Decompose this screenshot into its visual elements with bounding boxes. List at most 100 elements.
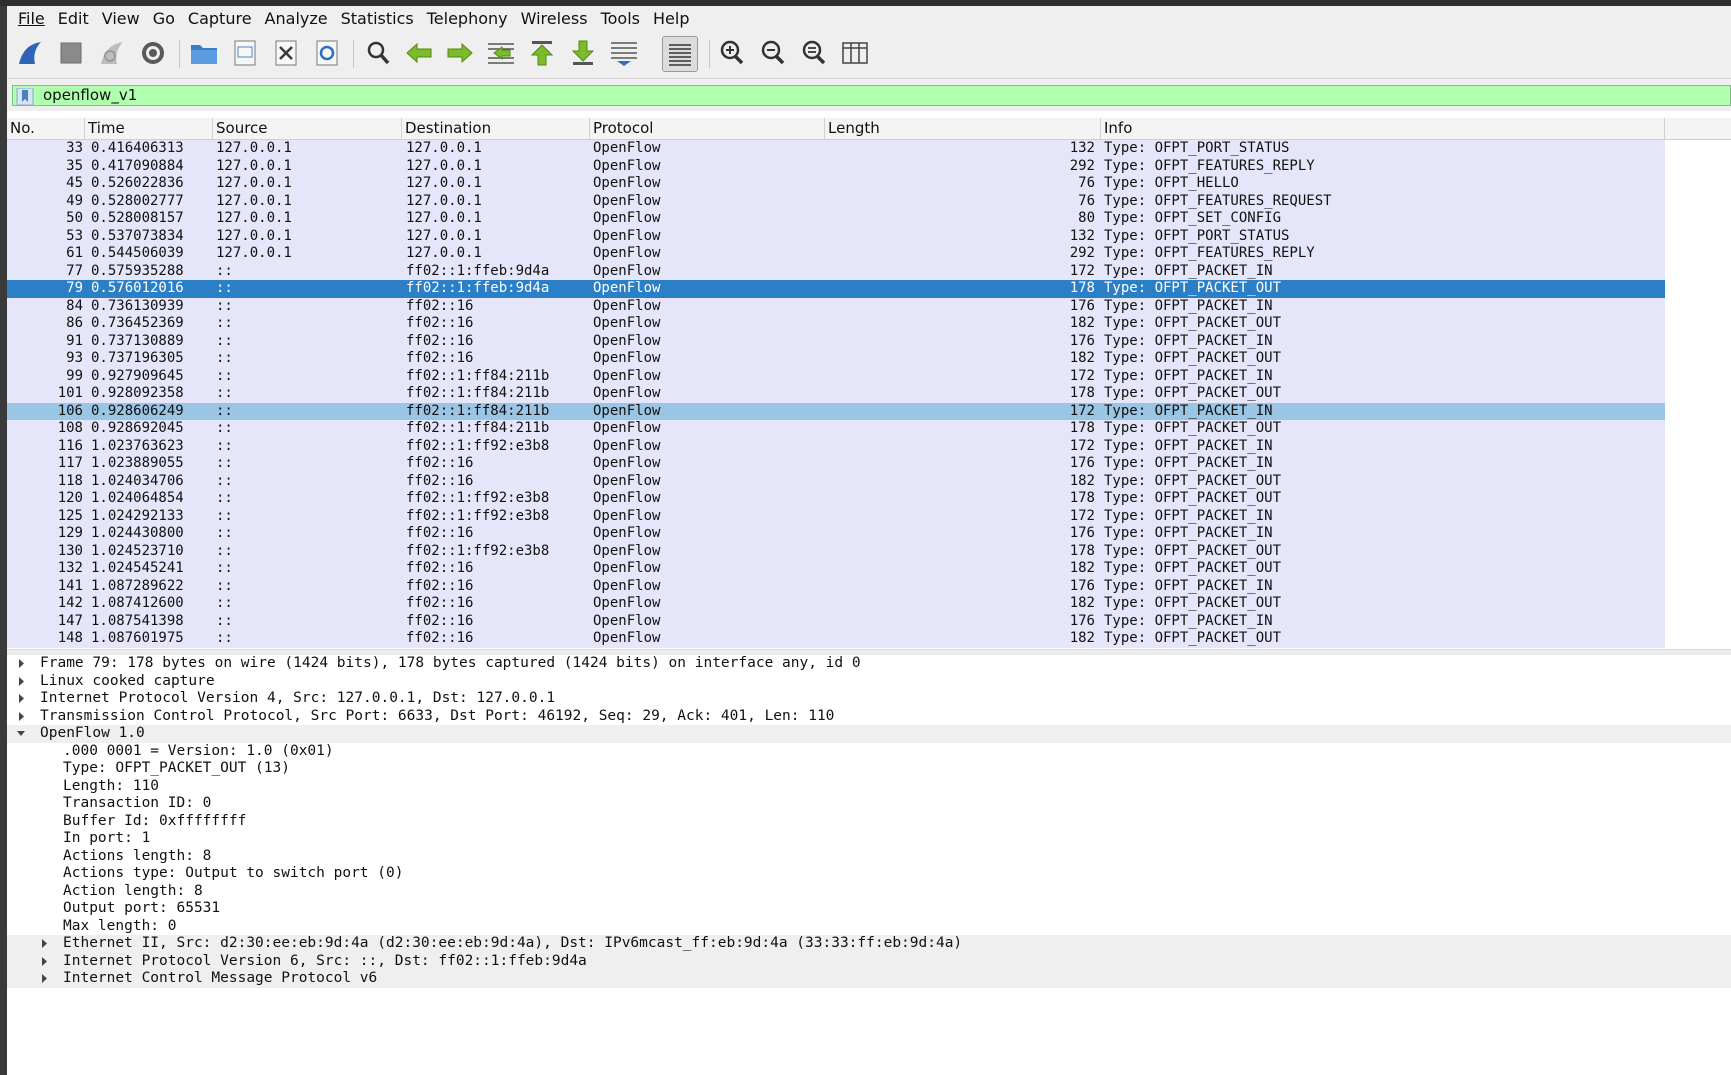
detail-tree-item[interactable]: Internet Protocol Version 4, Src: 127.0.…	[7, 690, 1731, 708]
menu-analyze[interactable]: Analyze	[254, 9, 328, 28]
menu-statistics[interactable]: Statistics	[330, 9, 414, 28]
close-file-icon[interactable]	[269, 36, 303, 70]
collapsed-triangle-icon[interactable]	[15, 655, 27, 673]
packet-row[interactable]: 120 1.024064854:: ff02::1:ff92:e3b8 OpenFlo…	[7, 490, 1665, 508]
packet-row[interactable]: 61 0.544506039 127.0.0.1 127.0.0.1 OpenFlow 2…	[7, 245, 1665, 263]
packet-row[interactable]: 132 1.024545241:: ff02::16 OpenFlow 182 Type:…	[7, 560, 1665, 578]
collapsed-triangle-icon[interactable]	[15, 690, 27, 708]
column-header-no[interactable]: No.	[7, 118, 85, 139]
menu-capture[interactable]: Capture	[177, 9, 252, 28]
column-header-source[interactable]: Source	[213, 118, 402, 139]
packet-row[interactable]: 148 1.087601975:: ff02::16 OpenFlow 182 Type:…	[7, 630, 1665, 648]
packet-row[interactable]: 125 1.024292133:: ff02::1:ff92:e3b8 OpenFlo…	[7, 508, 1665, 526]
packet-row[interactable]: 53 0.537073834 127.0.0.1 127.0.0.1 OpenFlow 1…	[7, 228, 1665, 246]
packet-row[interactable]: 35 0.417090884 127.0.0.1 127.0.0.1 OpenFlow 2…	[7, 158, 1665, 176]
detail-tree-item[interactable]: Output port: 65531	[7, 900, 1731, 918]
detail-tree-item[interactable]: Internet Protocol Version 6, Src: ::, Ds…	[7, 952, 1731, 971]
detail-tree-item[interactable]: Internet Control Message Protocol v6	[7, 970, 1731, 988]
packet-info: Type: OFPT_PACKET_IN	[1104, 367, 1273, 384]
packet-row[interactable]: 116 1.023763623:: ff02::1:ff92:e3b8 OpenFlo…	[7, 438, 1665, 456]
packet-row[interactable]: 117 1.023889055:: ff02::16 OpenFlow 176 Type:…	[7, 455, 1665, 473]
autoscroll-icon[interactable]	[607, 36, 641, 70]
packet-row[interactable]: 86 0.736452369:: ff02::16 OpenFlow 182 Type: …	[7, 315, 1665, 333]
packet-row[interactable]: 93 0.737196305:: ff02::16 OpenFlow 182 Type: …	[7, 350, 1665, 368]
menu-help[interactable]: Help	[642, 9, 689, 28]
packet-row[interactable]: 49 0.528002777 127.0.0.1 127.0.0.1 OpenFlow 7…	[7, 193, 1665, 211]
detail-tree-item[interactable]: Frame 79: 178 bytes on wire (1424 bits),…	[7, 655, 1731, 673]
menu-view[interactable]: View	[91, 9, 140, 28]
detail-tree-item[interactable]: .000 0001 = Version: 1.0 (0x01)	[7, 743, 1731, 761]
detail-tree-item[interactable]: Type: OFPT_PACKET_OUT (13)	[7, 760, 1731, 778]
collapsed-triangle-icon[interactable]	[15, 673, 27, 691]
packet-row[interactable]: 118 1.024034706:: ff02::16 OpenFlow 182 Type:…	[7, 473, 1665, 491]
zoom-normal-icon[interactable]	[797, 36, 831, 70]
menu-go[interactable]: Go	[142, 9, 175, 28]
column-header-time[interactable]: Time	[85, 118, 213, 139]
menu-tools[interactable]: Tools	[590, 9, 640, 28]
detail-tree-item[interactable]: Length: 110	[7, 778, 1731, 796]
packet-row[interactable]: 106 0.928606249:: ff02::1:ff84:211b OpenFlo…	[7, 402, 1665, 420]
detail-tree-item[interactable]: Max length: 0	[7, 918, 1731, 936]
column-header-protocol[interactable]: Protocol	[590, 118, 825, 139]
collapsed-triangle-icon[interactable]	[38, 935, 50, 953]
menu-telephony[interactable]: Telephony	[416, 9, 508, 28]
filter-bookmark-icon[interactable]	[16, 87, 34, 106]
detail-tree-item[interactable]: Transaction ID: 0	[7, 795, 1731, 813]
collapsed-triangle-icon[interactable]	[38, 953, 50, 971]
packet-row[interactable]: 45 0.526022836 127.0.0.1 127.0.0.1 OpenFlow 7…	[7, 175, 1665, 193]
packet-row[interactable]: 91 0.737130889:: ff02::16 OpenFlow 176 Type: …	[7, 333, 1665, 351]
column-header-destination[interactable]: Destination	[402, 118, 590, 139]
detail-tree-item[interactable]: In port: 1	[7, 830, 1731, 848]
packet-row[interactable]: 33 0.416406313 127.0.0.1 127.0.0.1 OpenFlow 1…	[7, 140, 1665, 158]
expanded-triangle-icon[interactable]	[15, 725, 27, 743]
go-to-packet-icon[interactable]	[484, 36, 518, 70]
detail-tree-item[interactable]: Transmission Control Protocol, Src Port:…	[7, 708, 1731, 726]
column-header-info[interactable]: Info	[1101, 118, 1665, 139]
packet-row[interactable]: 129 1.024430800:: ff02::16 OpenFlow 176 Type:…	[7, 525, 1665, 543]
menu-edit[interactable]: Edit	[47, 9, 89, 28]
column-header-length[interactable]: Length	[825, 118, 1101, 139]
detail-tree-item[interactable]: Actions type: Output to switch port (0)	[7, 865, 1731, 883]
detail-tree-item[interactable]: Linux cooked capture	[7, 673, 1731, 691]
last-packet-icon[interactable]	[566, 36, 600, 70]
open-folder-icon[interactable]	[187, 36, 221, 70]
reload-file-icon[interactable]	[310, 36, 344, 70]
packet-row[interactable]: 141 1.087289622:: ff02::16 OpenFlow 176 Type:…	[7, 578, 1665, 596]
detail-tree-item[interactable]: Buffer Id: 0xffffffff	[7, 813, 1731, 831]
go-back-arrow-icon[interactable]	[402, 36, 436, 70]
packet-row[interactable]: 77 0.575935288:: ff02::1:ffeb:9d4a OpenFlow…	[7, 263, 1665, 281]
menu-file[interactable]: File	[7, 9, 45, 28]
packet-row[interactable]: 142 1.087412600:: ff02::16 OpenFlow 182 Type:…	[7, 595, 1665, 613]
collapsed-triangle-icon[interactable]	[15, 708, 27, 726]
packet-details-tree[interactable]: Frame 79: 178 bytes on wire (1424 bits),…	[7, 655, 1731, 1075]
packet-row[interactable]: 84 0.736130939:: ff02::16 OpenFlow 176 Type: …	[7, 298, 1665, 316]
packet-row[interactable]: 130 1.024523710:: ff02::1:ff92:e3b8 OpenFlo…	[7, 543, 1665, 561]
display-filter-input[interactable]: openflow_v1	[12, 85, 1731, 106]
shark-fin-start-icon[interactable]	[13, 36, 47, 70]
packet-length: 178	[1069, 280, 1095, 296]
detail-tree-item[interactable]: Actions length: 8	[7, 848, 1731, 866]
packet-row[interactable]: 101 0.928092358:: ff02::1:ff84:211b OpenFlo…	[7, 385, 1665, 403]
packet-row[interactable]: 79 0.576012016:: ff02::1:ffeb:9d4a OpenFlow…	[7, 280, 1665, 298]
stop-square-icon[interactable]	[54, 36, 88, 70]
packet-row[interactable]: 50 0.528008157 127.0.0.1 127.0.0.1 OpenFlow 8…	[7, 210, 1665, 228]
restart-fin-icon[interactable]	[95, 36, 129, 70]
zoom-out-icon[interactable]	[756, 36, 790, 70]
packet-row[interactable]: 147 1.087541398:: ff02::16 OpenFlow 176 Type:…	[7, 613, 1665, 631]
go-forward-arrow-icon[interactable]	[443, 36, 477, 70]
capture-options-gear-icon[interactable]	[136, 36, 170, 70]
colorize-icon[interactable]	[662, 36, 698, 72]
menu-wireless[interactable]: Wireless	[510, 9, 588, 28]
packet-row[interactable]: 108 0.928692045:: ff02::1:ff84:211b OpenFlo…	[7, 420, 1665, 438]
save-file-icon[interactable]	[228, 36, 262, 70]
zoom-in-icon[interactable]	[715, 36, 749, 70]
detail-tree-item[interactable]: Action length: 8	[7, 883, 1731, 901]
resize-columns-icon[interactable]	[838, 36, 872, 70]
packet-list[interactable]: 33 0.416406313 127.0.0.1 127.0.0.1 OpenFlow 1…	[7, 140, 1665, 648]
first-packet-icon[interactable]	[525, 36, 559, 70]
detail-tree-item[interactable]: Ethernet II, Src: d2:30:ee:eb:9d:4a (d2:…	[7, 935, 1731, 953]
find-magnifier-icon[interactable]	[361, 36, 395, 70]
packet-row[interactable]: 99 0.927909645:: ff02::1:ff84:211b OpenFlow…	[7, 368, 1665, 386]
detail-tree-item[interactable]: OpenFlow 1.0	[7, 725, 1731, 743]
collapsed-triangle-icon[interactable]	[38, 970, 50, 988]
